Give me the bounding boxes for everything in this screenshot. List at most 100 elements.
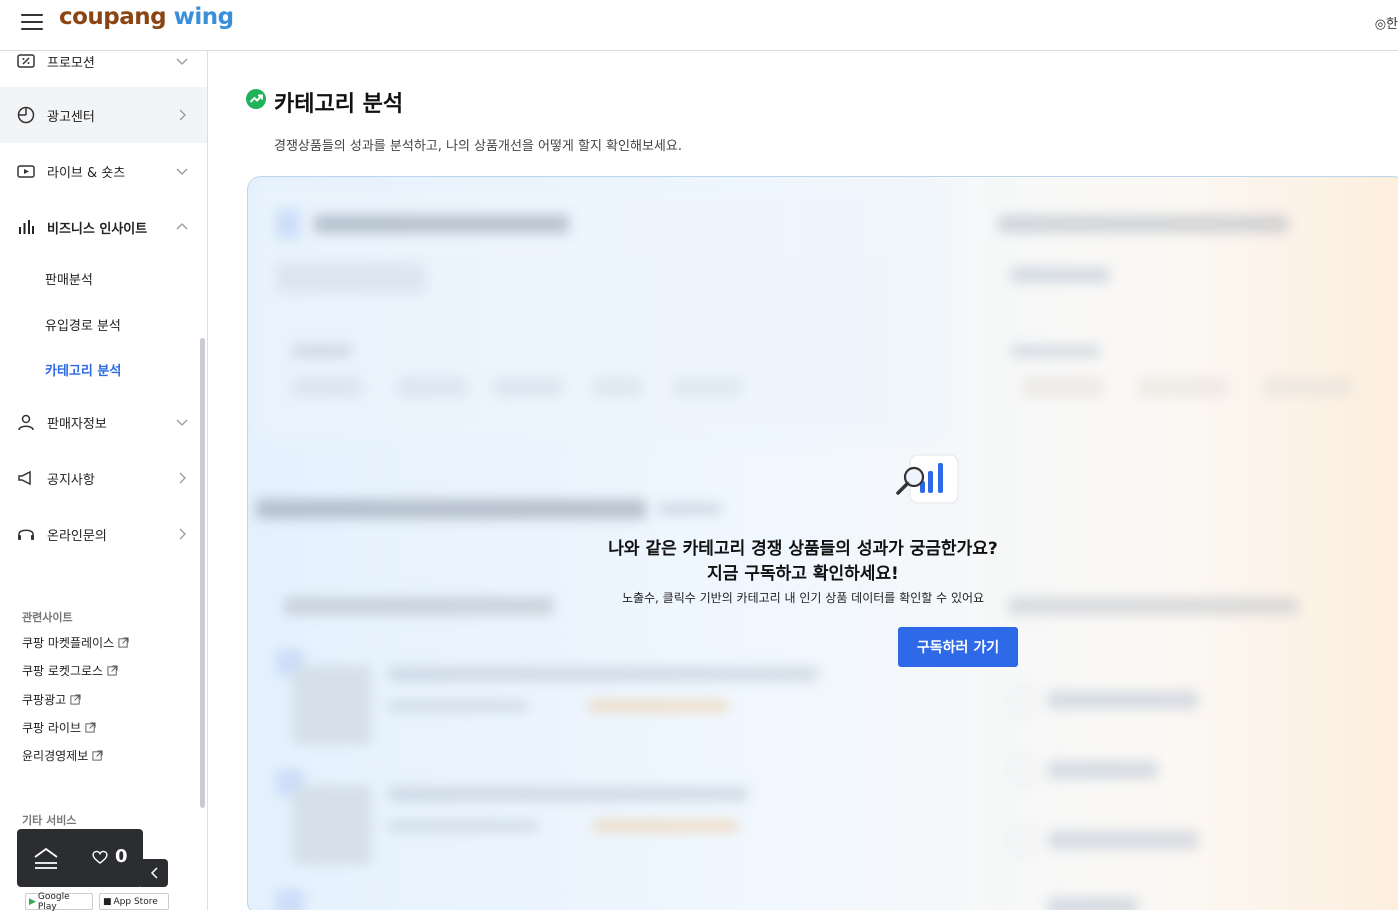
chevron-left-icon <box>150 867 158 879</box>
sidebar-item-label: 비즈니스 인사이트 <box>47 221 148 237</box>
apple-icon: ■ <box>103 896 112 907</box>
external-link-icon <box>70 694 81 705</box>
sidebar-item-live-shorts[interactable]: 라이브 & 숏츠 <box>0 143 207 199</box>
sidebar-item-label: 판매자정보 <box>47 416 107 432</box>
sidebar-item-notice[interactable]: 공지사항 <box>0 450 207 506</box>
app-store-label: App Store <box>113 896 158 907</box>
blurred-rating <box>593 821 738 831</box>
chevron-right-icon <box>179 528 186 540</box>
related-link-marketplace[interactable]: 쿠팡 마켓플레이스 <box>22 634 129 651</box>
blurred-text <box>1010 267 1110 283</box>
bar-chart-icon <box>19 220 34 234</box>
related-link-live[interactable]: 쿠팡 라이브 <box>22 719 96 736</box>
sidebar-item-label: 프로모션 <box>47 55 95 71</box>
blurred-chip <box>673 377 743 397</box>
app-store-badge[interactable]: ■ App Store <box>99 893 169 910</box>
blurred-circle <box>1008 687 1036 715</box>
related-link-label: 쿠팡 라이브 <box>22 721 82 735</box>
sidebar-item-promotion[interactable]: 프로모션 <box>0 51 207 89</box>
blurred-chip <box>292 377 362 397</box>
menu-icon[interactable] <box>21 14 43 30</box>
blurred-circle <box>1008 827 1036 855</box>
blurred-chip <box>398 377 468 397</box>
subscribe-button[interactable]: 구독하러 가기 <box>898 627 1018 667</box>
top-header: coupang wing ◎한 <box>0 0 1398 51</box>
blurred-text <box>658 503 722 515</box>
subscribe-question: 나와 같은 카테고리 경쟁 상품들의 성과가 궁금한가요? <box>608 539 998 559</box>
heart-icon[interactable] <box>91 848 109 866</box>
like-count: 0 <box>115 846 128 867</box>
sidebar-subitem-traffic-analysis[interactable]: 유입경로 분석 <box>45 315 121 334</box>
blurred-circle <box>1008 757 1036 785</box>
coupang-wing-logo[interactable]: coupang wing <box>59 4 234 30</box>
related-link-rocketgrowth[interactable]: 쿠팡 로켓그로스 <box>22 662 118 679</box>
blurred-text <box>1048 761 1158 779</box>
blurred-text <box>1048 897 1138 910</box>
sidebar-item-online-inquiry[interactable]: 온라인문의 <box>0 506 207 562</box>
blurred-rating <box>588 701 728 711</box>
sidebar-item-business-insight[interactable]: 비즈니스 인사이트 <box>0 199 207 255</box>
chevron-up-icon <box>176 223 188 230</box>
related-sites-title: 관련사이트 <box>22 611 73 624</box>
sidebar-item-ad-center[interactable]: 광고센터 <box>0 87 207 143</box>
blurred-text <box>1048 831 1198 849</box>
blurred-chip <box>1263 377 1353 397</box>
chevron-right-icon <box>179 472 186 484</box>
blurred-text <box>388 667 818 681</box>
blurred-label <box>1010 345 1100 357</box>
sidebar-item-seller-info[interactable]: 판매자정보 <box>0 394 207 450</box>
google-play-label: Google Play <box>37 891 70 912</box>
external-link-icon <box>107 665 118 676</box>
promotion-icon <box>17 54 35 68</box>
external-link-icon <box>92 750 103 761</box>
blurred-thumbnail <box>292 785 372 865</box>
blurred-text <box>1048 691 1198 709</box>
related-link-label: 윤리경영제보 <box>22 749 89 763</box>
sidebar-item-label: 라이브 & 숏츠 <box>47 165 126 181</box>
subscribe-description: 노출수, 클릭수 기반의 카테고리 내 인기 상품 데이터를 확인할 수 있어요 <box>621 591 985 605</box>
sidebar-item-label: 온라인문의 <box>47 528 107 544</box>
related-link-label: 쿠팡 마켓플레이스 <box>22 636 115 650</box>
related-link-ads[interactable]: 쿠팡광고 <box>22 691 81 708</box>
blurred-thumbnail <box>292 665 372 745</box>
google-play-badge[interactable]: ▶ Google Play <box>25 891 93 912</box>
logo-wing-text: wing <box>166 4 234 30</box>
sidebar-scrollbar[interactable] <box>200 338 205 808</box>
page-description: 경쟁상품들의 성과를 분석하고, 나의 상품개선을 어떻게 할지 확인해보세요. <box>274 139 682 154</box>
megaphone-icon <box>18 470 31 486</box>
sidebar-subitem-sales-analysis[interactable]: 판매분석 <box>45 269 93 288</box>
language-selector[interactable]: ◎한 <box>1375 13 1398 32</box>
blurred-dropdown <box>276 263 426 293</box>
chevron-right-icon <box>179 109 186 121</box>
blurred-chip <box>593 377 643 397</box>
live-video-icon <box>17 165 35 178</box>
globe-icon: ◎ <box>1374 17 1387 32</box>
language-label: 한 <box>1386 17 1398 32</box>
blurred-badge <box>276 889 304 910</box>
blurred-text <box>388 701 528 711</box>
blurred-chip <box>493 377 563 397</box>
blurred-text <box>388 821 538 831</box>
analysis-magnifier-icon <box>896 454 959 504</box>
floating-widget: 0 <box>17 829 143 887</box>
related-link-ethics[interactable]: 윤리경영제보 <box>22 747 103 764</box>
other-services-title: 기타 서비스 <box>22 814 77 827</box>
external-link-icon <box>85 722 96 733</box>
chevron-down-icon <box>176 168 188 175</box>
google-play-icon: ▶ <box>29 896 36 907</box>
blurred-chip <box>1023 377 1103 397</box>
ad-center-icon <box>17 106 35 124</box>
trend-up-icon <box>246 89 266 109</box>
related-link-label: 쿠팡광고 <box>22 693 67 707</box>
blurred-label <box>292 345 352 357</box>
chevron-down-icon <box>176 419 188 426</box>
sidebar: 프로모션 광고센터 라이브 & 숏츠 비즈니스 인사이트 판매분석 유입경로 분… <box>0 51 208 910</box>
main-content: 카테고리 분석 경쟁상품들의 성과를 분석하고, 나의 상품개선을 어떻게 할지… <box>208 51 1398 910</box>
floating-collapse-button[interactable] <box>141 859 168 887</box>
blurred-text <box>388 787 748 801</box>
blurred-heading <box>256 499 646 519</box>
sidebar-subitem-category-analysis[interactable]: 카테고리 분석 <box>45 360 121 379</box>
page-title: 카테고리 분석 <box>274 92 404 117</box>
scroll-top-icon[interactable] <box>31 844 61 874</box>
subscribe-callout: 지금 구독하고 확인하세요! <box>707 564 899 584</box>
